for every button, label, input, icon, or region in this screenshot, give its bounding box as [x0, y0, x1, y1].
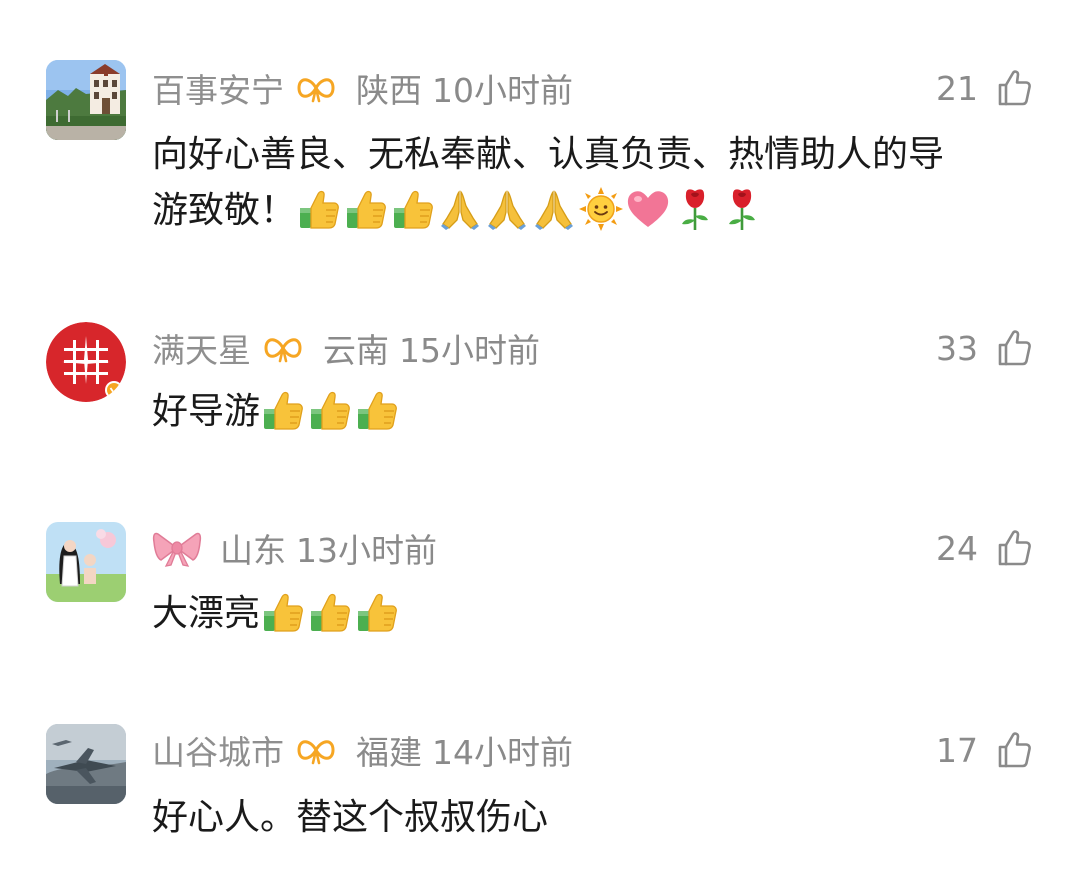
comment-text-line: 好心人。替这个叔叔伤心: [152, 797, 549, 838]
user-avatar[interactable]: [46, 60, 126, 140]
thumbs-up-emoji-icon: [343, 186, 389, 232]
thumbs-up-emoji-icon: [260, 387, 306, 433]
timestamp: 10小时前: [432, 71, 573, 110]
location: 山东: [220, 531, 286, 570]
username[interactable]: 百事安宁: [152, 64, 284, 112]
location: 云南: [323, 331, 389, 370]
infinity-badge-icon: [296, 735, 336, 765]
location: 陕西: [356, 71, 422, 110]
thumbs-up-outline-icon: [994, 528, 1034, 568]
emoji-row: [296, 186, 766, 232]
rose-emoji-icon: [672, 186, 718, 232]
comment-text-line: 游致敬！: [152, 183, 1042, 239]
emoji-row: [260, 589, 401, 635]
comment-text: 向好心善良、无私奉献、认真负责、热情助人的导 游致敬！: [152, 127, 1042, 239]
comment-meta: 百事安宁 陕西 10小时前: [152, 63, 573, 113]
rose-emoji-icon: [719, 186, 765, 232]
thumbs-up-outline-icon: [994, 68, 1034, 108]
sun-with-face-emoji-icon: [578, 186, 624, 232]
timestamp: 13小时前: [296, 531, 437, 570]
pink-bow-icon: [152, 528, 202, 568]
thumbs-up-emoji-icon: [390, 186, 436, 232]
like-button[interactable]: 24: [936, 523, 1034, 573]
like-count: 33: [936, 328, 978, 368]
folded-hands-emoji-icon: [484, 186, 530, 232]
folded-hands-emoji-icon: [531, 186, 577, 232]
like-count: 17: [936, 730, 978, 770]
thumbs-up-outline-icon: [994, 328, 1034, 368]
comment-item: 山谷城市 福建 14小时前 17 好心人。替这个叔叔伤心: [0, 700, 1080, 880]
like-button[interactable]: 17: [936, 725, 1034, 775]
comment-text: 好导游: [152, 384, 1042, 440]
like-count: 24: [936, 528, 978, 568]
like-button[interactable]: 33: [936, 323, 1034, 373]
emoji-row: [260, 387, 401, 433]
comment-text-line: 好导游: [152, 391, 261, 432]
timestamp: 14小时前: [432, 733, 573, 772]
user-avatar[interactable]: [46, 522, 126, 602]
comment-meta: 山东 13小时前: [152, 523, 437, 573]
like-button[interactable]: 21: [936, 63, 1034, 113]
thumbs-up-outline-icon: [994, 730, 1034, 770]
username[interactable]: 满天星: [152, 324, 251, 372]
comment-item: 百事安宁 陕西 10小时前 21 向好心善良、无私奉献、认真负责、热情助人的导 …: [0, 0, 1080, 240]
comment-meta: 满天星 云南 15小时前: [152, 323, 540, 373]
like-count: 21: [936, 68, 978, 108]
comment-text: 大漂亮: [152, 586, 1042, 642]
thumbs-up-emoji-icon: [260, 589, 306, 635]
comment-meta: 山谷城市 福建 14小时前: [152, 725, 573, 775]
comment-item: 山东 13小时前 24 大漂亮: [0, 500, 1080, 650]
comment-text-line: 向好心善良、无私奉献、认真负责、热情助人的导: [152, 134, 945, 175]
user-avatar[interactable]: [46, 322, 126, 402]
comment-text: 好心人。替这个叔叔伤心: [152, 790, 1042, 846]
infinity-badge-icon: [296, 73, 336, 103]
user-avatar[interactable]: [46, 724, 126, 804]
thumbs-up-emoji-icon: [354, 589, 400, 635]
timestamp: 15小时前: [399, 331, 540, 370]
thumbs-up-emoji-icon: [354, 387, 400, 433]
folded-hands-emoji-icon: [437, 186, 483, 232]
username[interactable]: 山谷城市: [152, 726, 284, 774]
comment-text-line: 大漂亮: [152, 593, 261, 634]
comment-item: 满天星 云南 15小时前 33 好导游: [0, 300, 1080, 450]
thumbs-up-emoji-icon: [296, 186, 342, 232]
thumbs-up-emoji-icon: [307, 589, 353, 635]
thumbs-up-emoji-icon: [307, 387, 353, 433]
location: 福建: [356, 733, 422, 772]
infinity-badge-icon: [263, 333, 303, 363]
comment-text-line-2: 游致敬！: [152, 190, 297, 231]
heart-emoji-icon: [625, 186, 671, 232]
